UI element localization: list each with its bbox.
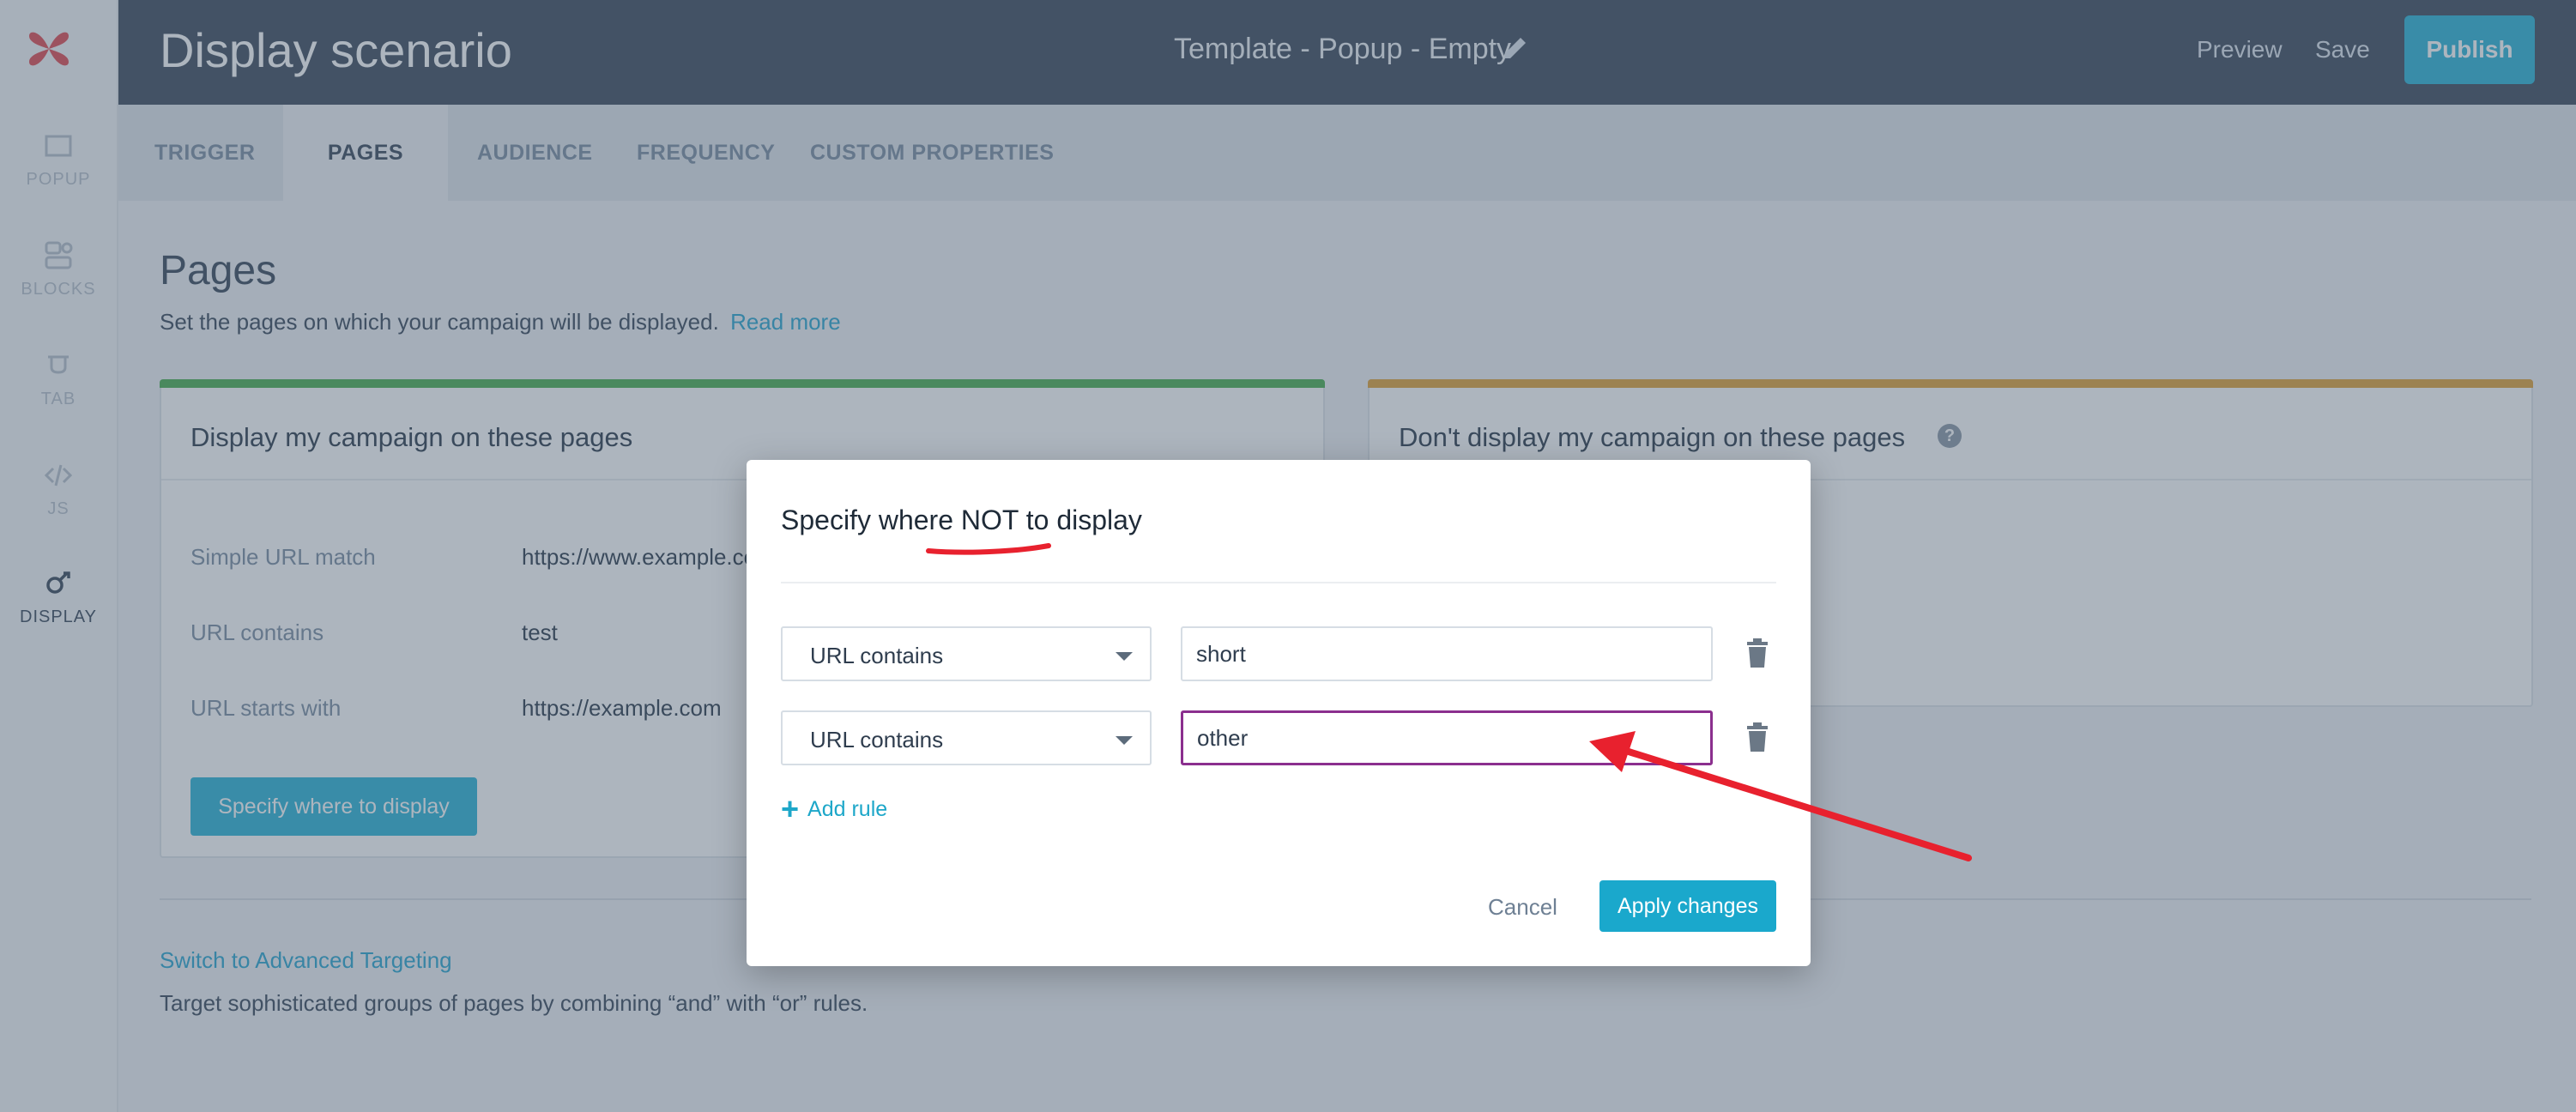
add-rule-label: Add rule [807, 796, 888, 821]
cancel-button[interactable]: Cancel [1488, 894, 1557, 921]
rule-type-select[interactable]: URL contains [781, 710, 1152, 765]
chevron-down-icon [1116, 736, 1133, 745]
exclude-rules-modal: Specify where NOT to display URL contain… [747, 460, 1811, 966]
modal-divider [781, 582, 1776, 583]
rule-type-selected: URL contains [810, 643, 944, 668]
rule-type-selected: URL contains [810, 727, 944, 752]
apply-changes-button[interactable]: Apply changes [1599, 880, 1776, 932]
rule-value-input[interactable] [1181, 710, 1713, 765]
plus-icon: + [781, 791, 800, 827]
trash-icon[interactable] [1745, 638, 1769, 669]
chevron-down-icon [1116, 652, 1133, 661]
add-rule-button[interactable]: + Add rule [781, 791, 888, 827]
trash-icon[interactable] [1745, 722, 1769, 753]
rule-type-select[interactable]: URL contains [781, 626, 1152, 681]
rule-value-input[interactable] [1181, 626, 1713, 681]
modal-title: Specify where NOT to display [781, 505, 1142, 535]
